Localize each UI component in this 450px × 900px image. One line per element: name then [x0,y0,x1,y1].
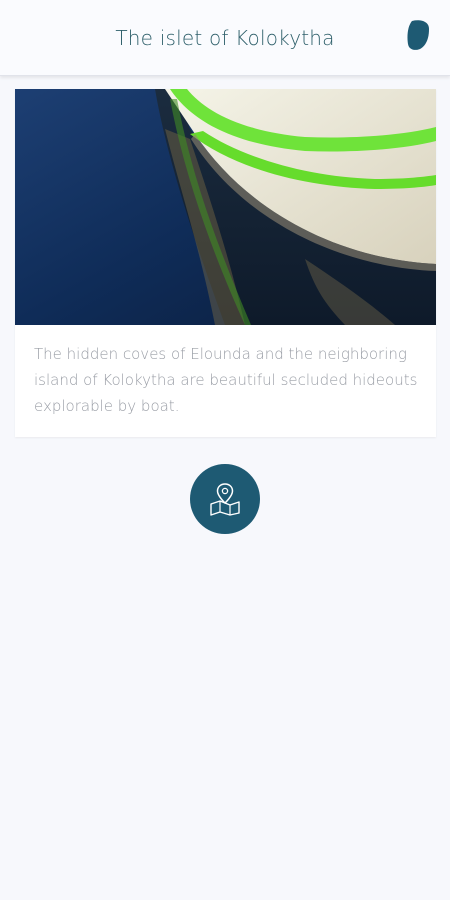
map-pin-icon [210,483,240,516]
leaf-logo-icon[interactable] [406,19,430,51]
map-button[interactable] [190,464,260,534]
article-card: The hidden coves of Elounda and the neig… [15,89,436,437]
page-title: The islet of Kolokytha [115,25,335,50]
app-header: The islet of Kolokytha [0,0,450,76]
boat-image [15,89,436,325]
article-description: The hidden coves of Elounda and the neig… [34,345,418,415]
